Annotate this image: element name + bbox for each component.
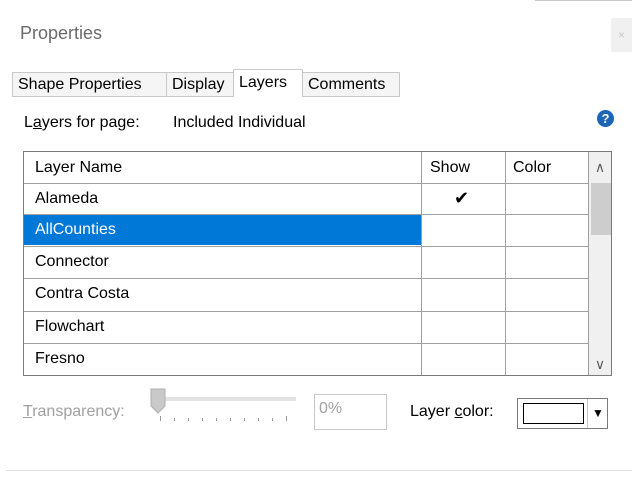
dialog-bottom-border	[6, 470, 632, 471]
scroll-thumb[interactable]	[591, 183, 611, 235]
column-divider	[421, 152, 422, 375]
layer-name-cell: Flowchart	[35, 318, 105, 335]
tab-divider	[12, 96, 400, 97]
layer-name-cell: Fresno	[35, 350, 85, 367]
column-divider	[505, 152, 506, 375]
vertical-scrollbar[interactable]: ∧ ∨	[589, 152, 611, 375]
layers-grid: Layer Name Show Color Alameda ✔ AllCount…	[23, 151, 612, 376]
help-icon[interactable]: ?	[597, 110, 614, 127]
dropdown-arrow-icon[interactable]: ▼	[587, 399, 608, 428]
transparency-input[interactable]: 0%	[314, 394, 387, 430]
transparency-slider-thumb[interactable]	[150, 388, 166, 414]
layer-name-cell: Connector	[35, 253, 109, 270]
layer-name-cell: Contra Costa	[35, 285, 130, 302]
scroll-up-icon[interactable]: ∧	[589, 156, 611, 178]
layer-color-label: Layer color:	[410, 403, 494, 420]
tab-display[interactable]: Display	[166, 72, 234, 96]
transparency-slider-track[interactable]	[152, 397, 296, 401]
layer-color-dropdown[interactable]: ▼	[517, 398, 608, 429]
tab-layers[interactable]: Layers	[233, 69, 303, 97]
layer-name-cell: AllCounties	[24, 215, 421, 245]
column-header-layer-name[interactable]: Layer Name	[35, 152, 122, 183]
layers-for-page-value: Included Individual	[173, 114, 306, 131]
layer-name-cell: Alameda	[35, 190, 99, 207]
color-swatch	[523, 403, 584, 424]
layers-for-page-label: Layers for page:	[24, 114, 140, 131]
close-button[interactable]: ×	[611, 18, 632, 52]
scroll-down-icon[interactable]: ∨	[589, 353, 611, 375]
column-header-show[interactable]: Show	[430, 152, 470, 183]
check-icon[interactable]: ✔	[454, 188, 469, 209]
window-top-border	[535, 0, 632, 5]
slider-ticks	[160, 416, 287, 421]
dialog-title: Properties	[20, 23, 103, 43]
transparency-label: Transparency:	[23, 403, 125, 420]
tab-comments[interactable]: Comments	[302, 72, 400, 96]
tab-shape-properties[interactable]: Shape Properties	[12, 72, 167, 96]
column-header-color[interactable]: Color	[513, 152, 551, 183]
